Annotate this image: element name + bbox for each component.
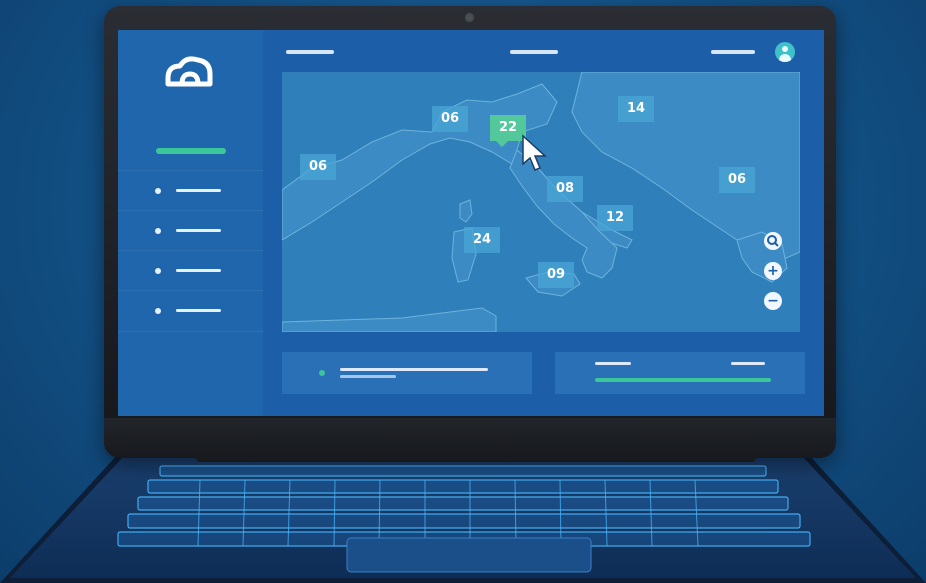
panel-line-placeholder bbox=[340, 375, 396, 378]
zoom-out-button[interactable]: − bbox=[764, 292, 782, 310]
progress-bar bbox=[595, 378, 771, 382]
map-marker[interactable]: 09 bbox=[538, 262, 574, 288]
screen-bezel-bottom bbox=[104, 418, 836, 458]
sidebar-item[interactable] bbox=[118, 170, 263, 211]
laptop: 06 22 14 06 08 06 12 24 09 + − bbox=[0, 0, 926, 583]
map-land bbox=[282, 72, 800, 332]
search-icon[interactable] bbox=[764, 232, 782, 250]
user-icon[interactable] bbox=[775, 42, 795, 62]
top-bar-placeholder-left[interactable] bbox=[286, 50, 334, 54]
map-view[interactable]: 06 22 14 06 08 06 12 24 09 bbox=[282, 72, 800, 332]
pointer-cursor-icon bbox=[522, 134, 547, 171]
cloud-icon bbox=[165, 56, 213, 87]
dot-icon bbox=[155, 228, 161, 234]
map-marker[interactable]: 06 bbox=[719, 167, 755, 193]
sidebar-item[interactable] bbox=[118, 290, 263, 332]
sidebar-item-label-placeholder bbox=[176, 309, 221, 312]
map-marker[interactable]: 24 bbox=[464, 227, 500, 253]
sidebar-item-label-placeholder bbox=[176, 269, 221, 272]
sidebar bbox=[118, 30, 263, 416]
top-bar-placeholder-right[interactable] bbox=[711, 50, 755, 54]
laptop-base bbox=[0, 454, 926, 583]
map-marker[interactable]: 06 bbox=[432, 106, 468, 132]
sidebar-item-label-placeholder bbox=[176, 189, 221, 192]
sidebar-item-label-placeholder bbox=[176, 229, 221, 232]
map-marker[interactable]: 06 bbox=[300, 154, 336, 180]
map-marker[interactable]: 12 bbox=[597, 205, 633, 231]
panel-line-placeholder bbox=[340, 368, 488, 371]
sidebar-item[interactable] bbox=[118, 250, 263, 291]
panel-line-placeholder bbox=[595, 362, 631, 365]
map-marker[interactable]: 08 bbox=[547, 176, 583, 202]
dot-icon bbox=[155, 268, 161, 274]
sidebar-item[interactable] bbox=[118, 210, 263, 251]
panel-line-placeholder bbox=[731, 362, 765, 365]
sidebar-active-indicator bbox=[156, 148, 226, 154]
top-bar-placeholder-center[interactable] bbox=[510, 50, 558, 54]
info-panel-left[interactable] bbox=[282, 352, 532, 394]
info-panel-right[interactable] bbox=[555, 352, 805, 394]
screen: 06 22 14 06 08 06 12 24 09 + − bbox=[118, 30, 824, 416]
zoom-in-button[interactable]: + bbox=[764, 262, 782, 280]
dot-icon bbox=[319, 370, 325, 376]
dot-icon bbox=[155, 188, 161, 194]
webcam-icon bbox=[464, 12, 475, 23]
map-marker[interactable]: 14 bbox=[618, 96, 654, 122]
dot-icon bbox=[155, 308, 161, 314]
